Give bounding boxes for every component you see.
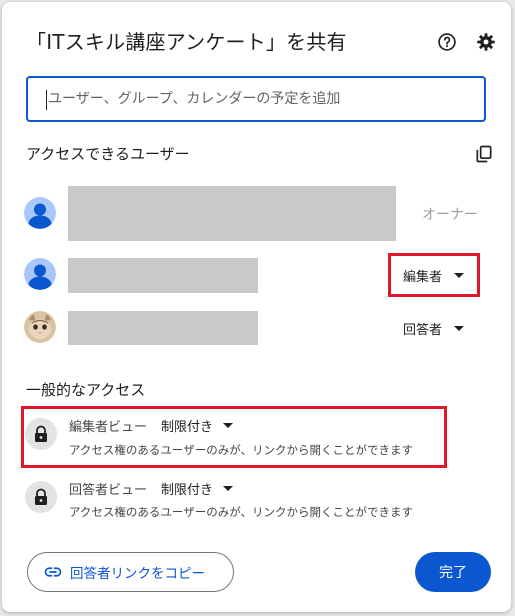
help-button[interactable]	[435, 30, 459, 54]
editor-view-label: 編集者ビュー	[69, 420, 148, 435]
add-people-field[interactable]	[26, 76, 486, 122]
lock-icon-circle	[25, 418, 57, 450]
general-access-title: 一般的なアクセス	[26, 381, 146, 399]
done-button[interactable]: 完了	[415, 552, 491, 592]
people-section-title: アクセスできるユーザー	[26, 145, 190, 163]
dialog-title: 「ITスキル講座アンケート」を共有	[26, 30, 347, 54]
lock-icon	[35, 488, 47, 505]
respondent-view-label: 回答者ビュー	[69, 483, 148, 498]
lock-icon-circle	[25, 481, 57, 513]
respondent-role-dropdown[interactable]: 回答者	[403, 319, 465, 338]
text-caret	[46, 90, 47, 110]
editor-view-access-row: 編集者ビュー 制限付き	[69, 416, 234, 435]
dropdown-arrow-icon	[454, 326, 465, 331]
editor-view-description: アクセス権のあるユーザーのみが、リンクから開くことができます	[69, 443, 413, 457]
add-people-input[interactable]	[46, 90, 484, 108]
restriction-label: 制限付き	[161, 420, 214, 435]
dropdown-arrow-icon	[223, 423, 234, 428]
person-avatar-owner	[24, 197, 56, 229]
cat-photo-avatar-icon	[24, 311, 56, 343]
restriction-label: 制限付き	[161, 483, 214, 498]
redacted-user-info	[68, 258, 258, 293]
person-icon	[24, 258, 56, 290]
copy-icon	[476, 145, 492, 163]
share-dialog: 「ITスキル講座アンケート」を共有 アクセスできる	[2, 2, 511, 612]
link-icon	[44, 567, 62, 577]
owner-role-label: オーナー	[422, 207, 478, 223]
respondent-view-restriction-dropdown[interactable]: 制限付き	[161, 479, 234, 498]
person-icon	[24, 197, 56, 229]
copy-respondent-link-label: 回答者リンクをコピー	[70, 566, 205, 582]
settings-button[interactable]	[474, 30, 498, 54]
copy-respondent-link-button[interactable]: 回答者リンクをコピー	[27, 552, 234, 592]
redacted-user-info	[68, 186, 396, 241]
respondent-view-access-row: 回答者ビュー 制限付き	[69, 479, 234, 498]
dropdown-arrow-icon	[223, 486, 234, 491]
respondent-role-label: 回答者	[403, 323, 443, 338]
redacted-user-info	[68, 311, 258, 345]
person-avatar-editor	[24, 258, 56, 290]
editor-role-label: 編集者	[403, 270, 443, 285]
lock-icon	[35, 425, 47, 442]
help-circle-icon	[438, 33, 456, 51]
editor-view-restriction-dropdown[interactable]: 制限付き	[161, 416, 234, 435]
copy-emails-button[interactable]	[472, 142, 496, 166]
dropdown-arrow-icon	[454, 273, 465, 278]
respondent-view-description: アクセス権のあるユーザーのみが、リンクから開くことができます	[69, 505, 413, 519]
person-avatar-respondent	[24, 311, 56, 343]
gear-icon	[477, 33, 495, 51]
editor-role-dropdown[interactable]: 編集者	[403, 266, 465, 285]
